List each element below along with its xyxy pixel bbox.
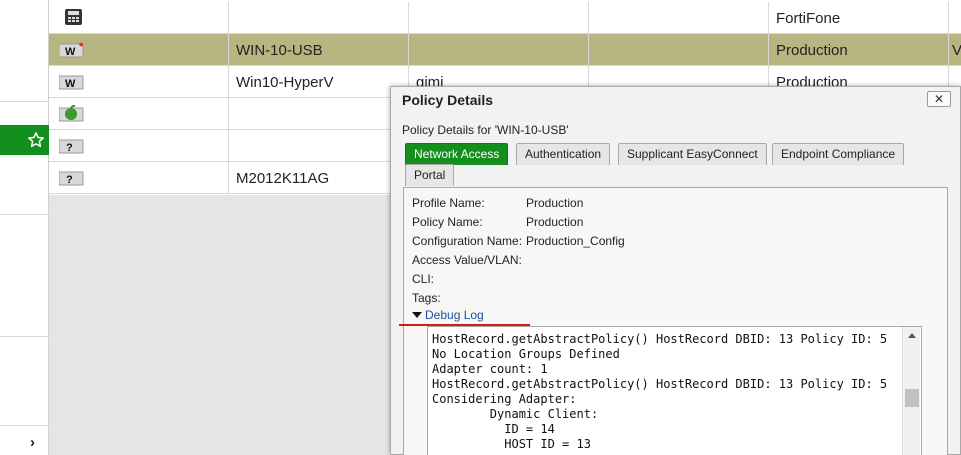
- column-cell: [589, 34, 769, 65]
- policy-name-value: Production: [526, 215, 584, 229]
- device-type-cell: ?: [49, 162, 229, 193]
- host-name-cell: WIN-10-USB: [229, 34, 409, 65]
- host-name-cell: [229, 98, 409, 129]
- svg-text:?: ?: [66, 174, 73, 186]
- device-type-cell: [49, 98, 229, 129]
- star-icon[interactable]: [27, 131, 45, 149]
- device-type-cell: [49, 2, 229, 33]
- user-cell: [409, 2, 589, 33]
- debug-log-text: HostRecord.getAbstractPolicy() HostRecor…: [432, 332, 888, 451]
- triangle-down-icon: [412, 312, 422, 318]
- table-row-selected[interactable]: W * WIN-10-USB Production V: [49, 34, 961, 66]
- field-label: CLI:: [412, 272, 435, 286]
- svg-text:W: W: [65, 78, 76, 90]
- svg-text:?: ?: [66, 142, 73, 154]
- policy-cell: Production: [769, 34, 949, 65]
- tab-network-access[interactable]: Network Access: [405, 143, 509, 165]
- device-type-cell: ?: [49, 130, 229, 161]
- close-button[interactable]: ✕: [927, 91, 951, 107]
- tab-authentication[interactable]: Authentication: [516, 143, 611, 165]
- host-name-cell: [229, 130, 409, 161]
- policy-cell: FortiFone: [769, 2, 949, 33]
- scroll-up-arrow-icon[interactable]: [908, 333, 916, 338]
- sidebar-divider: [0, 214, 49, 215]
- dialog-title: Policy Details: [402, 92, 494, 108]
- tab-supplicant-easyconnect[interactable]: Supplicant EasyConnect: [618, 143, 767, 165]
- tab-endpoint-compliance[interactable]: Endpoint Compliance: [772, 143, 905, 165]
- host-name-cell: M2012K11AG: [229, 162, 409, 193]
- windows-host-icon: W: [59, 75, 84, 90]
- field-label: Tags:: [412, 291, 441, 305]
- scroll-thumb[interactable]: [905, 389, 919, 407]
- apple-icon: [59, 105, 84, 122]
- left-sidebar: ›: [0, 0, 49, 455]
- debug-log-toggle[interactable]: Debug Log: [412, 308, 484, 322]
- extra-cell: V: [952, 42, 961, 59]
- log-scrollbar[interactable]: [902, 327, 920, 455]
- windows-host-alert-icon: W *: [59, 41, 84, 58]
- extra-cell: [949, 2, 961, 33]
- unknown-device-icon: ?: [59, 139, 84, 154]
- column-cell: [589, 2, 769, 33]
- sidebar-divider: [0, 336, 49, 337]
- tab-portal[interactable]: Portal: [405, 164, 455, 186]
- svg-text:W: W: [65, 46, 76, 58]
- svg-text:*: *: [79, 41, 84, 53]
- profile-name-value: Production: [526, 196, 584, 210]
- device-type-cell: W *: [49, 34, 229, 65]
- chevron-right-icon[interactable]: ›: [30, 434, 35, 451]
- user-cell: [409, 34, 589, 65]
- dialog-subtitle: Policy Details for 'WIN-10-USB': [402, 123, 569, 137]
- sidebar-divider: [0, 425, 49, 426]
- field-label: Profile Name:: [412, 196, 485, 210]
- field-label: Access Value/VLAN:: [412, 253, 522, 267]
- device-type-cell: W: [49, 66, 229, 97]
- configuration-name-value: Production_Config: [526, 234, 625, 248]
- debug-log-label: Debug Log: [425, 308, 484, 322]
- unknown-device-icon: ?: [59, 171, 84, 186]
- phone-icon: [65, 9, 82, 25]
- field-label: Policy Name:: [412, 215, 483, 229]
- host-name-cell: [229, 2, 409, 33]
- host-name-cell: Win10-HyperV: [229, 66, 409, 97]
- sidebar-divider: [0, 101, 49, 102]
- debug-log-textarea[interactable]: HostRecord.getAbstractPolicy() HostRecor…: [427, 326, 922, 455]
- table-row[interactable]: FortiFone: [49, 2, 961, 34]
- field-label: Configuration Name:: [412, 234, 523, 248]
